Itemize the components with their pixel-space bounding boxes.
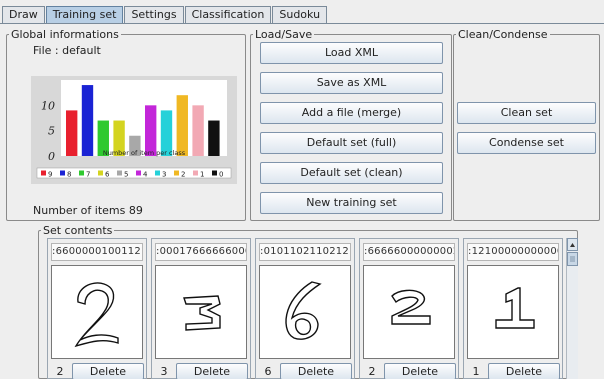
sample-card: :000176666660000 3 Delete <box>151 238 251 379</box>
legend-label: 4 <box>143 171 148 179</box>
delete-sample-button[interactable]: Delete <box>176 363 248 379</box>
global-informations-legend: Global informations <box>11 28 119 41</box>
sample-code-field[interactable]: :121000000000000 <box>467 243 559 261</box>
legend-swatch <box>60 170 65 176</box>
sample-code-field[interactable]: :660000010011210 <box>51 243 143 261</box>
legend-swatch <box>174 170 179 176</box>
clean-condense-legend: Clean/Condense <box>458 28 548 41</box>
legend-label: 2 <box>181 171 185 179</box>
legend-label: 1 <box>200 171 204 179</box>
delete-sample-button[interactable]: Delete <box>384 363 456 379</box>
legend-swatch <box>117 170 122 176</box>
sample-card: :01011021102121 6 Delete <box>255 238 355 379</box>
legend-swatch <box>79 170 84 176</box>
y-tick-label: 5 <box>48 125 55 138</box>
delete-sample-button[interactable]: Delete <box>280 363 352 379</box>
items-count-label: Number of items 89 <box>33 204 143 217</box>
load-xml-button[interactable]: Load XML <box>260 42 443 64</box>
class-histogram-svg: 0510Number of item per class9 8 7 6 5 4 3 2 1 0 <box>36 80 232 179</box>
bar <box>66 110 78 156</box>
legend-swatch <box>212 170 217 176</box>
set-contents-scrollbar[interactable] <box>566 238 578 379</box>
set-contents-scroller[interactable]: :660000010011210 2 Delete :0001766666600… <box>47 238 565 379</box>
sample-code-field[interactable]: :000176666660000 <box>155 243 247 261</box>
legend-label: 7 <box>86 171 90 179</box>
tab-bar: Draw Training set Settings Classificatio… <box>2 4 328 24</box>
x-axis-label: Number of item per class <box>103 149 186 157</box>
sample-class-label: 3 <box>160 365 168 378</box>
sample-card: :660000010011210 2 Delete <box>47 238 147 379</box>
legend-label: 9 <box>48 171 52 179</box>
digit-two-drawing <box>391 289 431 325</box>
class-histogram: 0 5 10 Number of item per class 9 8 7 6 5 4 3 2 1 0 <box>31 76 237 184</box>
tab-sudoku[interactable]: Sudoku <box>272 6 328 24</box>
legend-swatch <box>193 170 198 176</box>
clean-condense-panel: Clean/Condense <box>453 28 600 221</box>
tab-classification[interactable]: Classification <box>184 6 272 24</box>
delete-sample-button[interactable]: Delete <box>488 363 560 379</box>
digit-one-drawing <box>495 287 535 329</box>
legend-swatch <box>136 170 141 176</box>
sample-class-label: 1 <box>472 365 480 378</box>
sample-image <box>259 265 351 359</box>
bar <box>192 105 204 156</box>
legend-swatch <box>155 170 160 176</box>
sample-code-field[interactable]: :01011021102121 <box>259 243 351 261</box>
default-set-full-button[interactable]: Default set (full) <box>260 132 443 154</box>
new-training-set-button[interactable]: New training set <box>260 192 443 214</box>
sample-image <box>467 265 559 359</box>
legend-label: 5 <box>124 171 128 179</box>
digit-two-drawing <box>74 282 119 348</box>
sample-image <box>51 265 143 359</box>
save-as-xml-button[interactable]: Save as XML <box>260 72 443 94</box>
sample-class-label: 6 <box>264 365 272 378</box>
scrollbar-up-arrow-icon[interactable] <box>567 238 579 268</box>
default-set-clean-button[interactable]: Default set (clean) <box>260 162 443 184</box>
set-contents-legend: Set contents <box>43 224 113 237</box>
tab-training-set[interactable]: Training set <box>45 6 124 24</box>
clean-set-button[interactable]: Clean set <box>457 102 596 124</box>
sample-image <box>363 265 455 359</box>
bar <box>176 95 188 156</box>
bar <box>81 85 94 156</box>
sample-code-field[interactable]: :666660000000021 <box>363 243 455 261</box>
bar <box>208 120 220 156</box>
legend-label: 6 <box>105 171 110 179</box>
sample-card: :666660000000021 2 Delete <box>359 238 459 379</box>
load-save-legend: Load/Save <box>255 28 313 41</box>
tab-settings[interactable]: Settings <box>124 6 184 24</box>
legend-swatch <box>41 170 46 176</box>
add-file-merge-button[interactable]: Add a file (merge) <box>260 102 443 124</box>
y-tick-label: 10 <box>41 99 55 112</box>
delete-sample-button[interactable]: Delete <box>72 363 144 379</box>
sample-card: :121000000000000 1 Delete <box>463 238 563 379</box>
legend-label: 8 <box>67 171 71 179</box>
sample-class-label: 2 <box>368 365 376 378</box>
sample-class-label: 2 <box>56 365 64 378</box>
legend-swatch <box>98 170 103 176</box>
condense-set-button[interactable]: Condense set <box>457 132 596 154</box>
legend-label: 3 <box>162 171 166 179</box>
tab-draw[interactable]: Draw <box>2 6 45 24</box>
digit-six-drawing <box>285 281 322 340</box>
sample-image <box>155 265 247 359</box>
y-tick-label: 0 <box>48 150 55 163</box>
file-label: File : default <box>33 44 101 57</box>
tab-divider <box>0 23 604 24</box>
legend-label: 0 <box>219 171 223 179</box>
digit-three-drawing <box>183 295 221 331</box>
